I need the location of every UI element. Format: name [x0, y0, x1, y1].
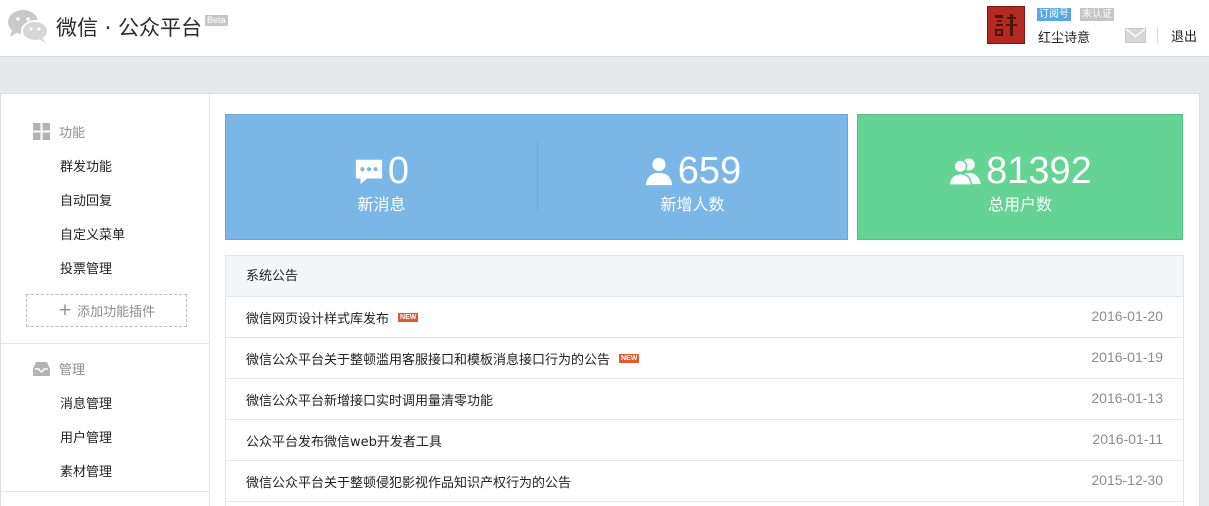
sidebar-section-title: 功能	[59, 125, 86, 141]
avatar[interactable]	[987, 6, 1025, 44]
announcement-title-text: 公众平台发布微信web开发者工具	[246, 435, 442, 450]
users-icon	[948, 158, 982, 186]
sidebar-item-custom-menu[interactable]: 自定义菜单	[60, 224, 125, 243]
announcement-date: 2016-01-20	[1091, 308, 1163, 324]
add-plugin-button[interactable]: + 添加功能插件	[26, 294, 187, 327]
announcement-title-link[interactable]: 微信公众平台关于整顿滥用客服接口和模板消息接口行为的公告 NEW	[246, 349, 640, 368]
announcement-row[interactable]: 微信公众平台关于整顿侵犯影视作品知识产权行为的公告 2015-12-30	[226, 461, 1183, 502]
new-messages-count: 0	[387, 150, 410, 192]
announcement-title-text: 微信公众平台关于整顿滥用客服接口和模板消息接口行为的公告	[246, 353, 611, 368]
logout-link[interactable]: 退出	[1171, 26, 1197, 45]
announcement-title-link[interactable]: 微信公众平台关于整顿侵犯影视作品知识产权行为的公告	[246, 472, 571, 491]
add-plugin-label: 添加功能插件	[77, 305, 156, 320]
stat-new-messages[interactable]: 0 新消息	[226, 115, 537, 241]
sidebar-item-message-management[interactable]: 消息管理	[60, 393, 112, 412]
message-icon	[355, 159, 383, 185]
announcement-row[interactable]: 微信公众平台新增接口实时调用量清零功能 2016-01-13	[226, 379, 1183, 420]
announcement-date: 2016-01-19	[1091, 349, 1163, 365]
stats-card-total-users: 81392 总用户数	[857, 114, 1183, 240]
announcement-date: 2015-12-30	[1091, 472, 1163, 488]
sidebar-divider	[1, 343, 209, 344]
account-name[interactable]: 红尘诗意	[1038, 27, 1090, 46]
header-divider	[1157, 27, 1158, 43]
beta-badge: Beta	[205, 15, 228, 26]
sidebar-section-function: 功能	[33, 121, 85, 141]
plus-icon: +	[57, 300, 73, 320]
verification-badge: 未认证	[1080, 8, 1114, 21]
sidebar: 功能 群发功能 自动回复 自定义菜单 投票管理 + 添加功能插件 管理 消息管理…	[1, 94, 210, 506]
sidebar-item-material-management[interactable]: 素材管理	[60, 461, 112, 480]
new-badge: NEW	[619, 354, 640, 363]
stat-new-followers[interactable]: 659 新增人数	[538, 115, 847, 241]
user-icon	[645, 157, 672, 186]
sidebar-item-vote-management[interactable]: 投票管理	[60, 258, 112, 277]
system-announcements: 系统公告 微信网页设计样式库发布 NEW 2016-01-20 微信公众平台关于整顿滥…	[225, 255, 1184, 506]
sidebar-item-user-management[interactable]: 用户管理	[60, 427, 112, 446]
announcement-title-link[interactable]: 公众平台发布微信web开发者工具	[246, 431, 442, 450]
wechat-logo-icon[interactable]	[6, 8, 50, 44]
announcement-title-link[interactable]: 微信公众平台新增接口实时调用量清零功能	[246, 390, 493, 409]
announcement-date: 2016-01-13	[1091, 390, 1163, 406]
brand-title[interactable]: 微信 · 公众平台 Beta	[56, 12, 228, 42]
new-badge: NEW	[398, 313, 419, 322]
new-messages-label: 新消息	[357, 195, 406, 214]
announcements-title: 系统公告	[226, 256, 1183, 297]
new-followers-count: 659	[677, 150, 742, 192]
announcement-title-text: 微信公众平台新增接口实时调用量清零功能	[246, 394, 494, 409]
announcement-title-text: 微信公众平台关于整顿侵犯影视作品知识产权行为的公告	[246, 476, 572, 491]
announcement-row[interactable]: 公众平台发布微信web开发者工具 2016-01-11	[226, 420, 1183, 461]
announcement-title-text: 微信网页设计样式库发布	[246, 312, 390, 327]
sidebar-section-title: 管理	[59, 362, 86, 378]
new-followers-label: 新增人数	[660, 195, 725, 214]
account-type-badge: 订阅号	[1037, 8, 1071, 21]
sidebar-divider	[1, 491, 209, 492]
stat-total-users[interactable]: 81392 总用户数	[858, 115, 1182, 241]
inbox-icon	[33, 361, 50, 376]
stats-card-messages-followers: 0 新消息 659 新增人数	[225, 114, 848, 240]
sidebar-item-auto-reply[interactable]: 自动回复	[60, 190, 112, 209]
announcement-row[interactable]: 微信网页设计样式库发布 NEW 2016-01-20	[226, 297, 1183, 338]
total-users-count: 81392	[986, 150, 1092, 192]
sidebar-section-management: 管理	[33, 358, 85, 378]
announcement-title-link[interactable]: 微信网页设计样式库发布 NEW	[246, 308, 419, 327]
announcement-date: 2016-01-11	[1092, 431, 1163, 447]
announcement-row[interactable]: 微信公众平台关于整顿滥用客服接口和模板消息接口行为的公告 NEW 2016-01-1…	[226, 338, 1183, 379]
mail-icon[interactable]	[1125, 28, 1146, 43]
top-header: 微信 · 公众平台 Beta 订阅号 未认证 红尘诗意 退出	[0, 0, 1209, 57]
grid-icon	[33, 122, 50, 140]
total-users-label: 总用户数	[987, 195, 1052, 214]
brand-title-text: 微信 · 公众平台	[56, 16, 203, 40]
sidebar-item-mass-send[interactable]: 群发功能	[60, 156, 112, 175]
